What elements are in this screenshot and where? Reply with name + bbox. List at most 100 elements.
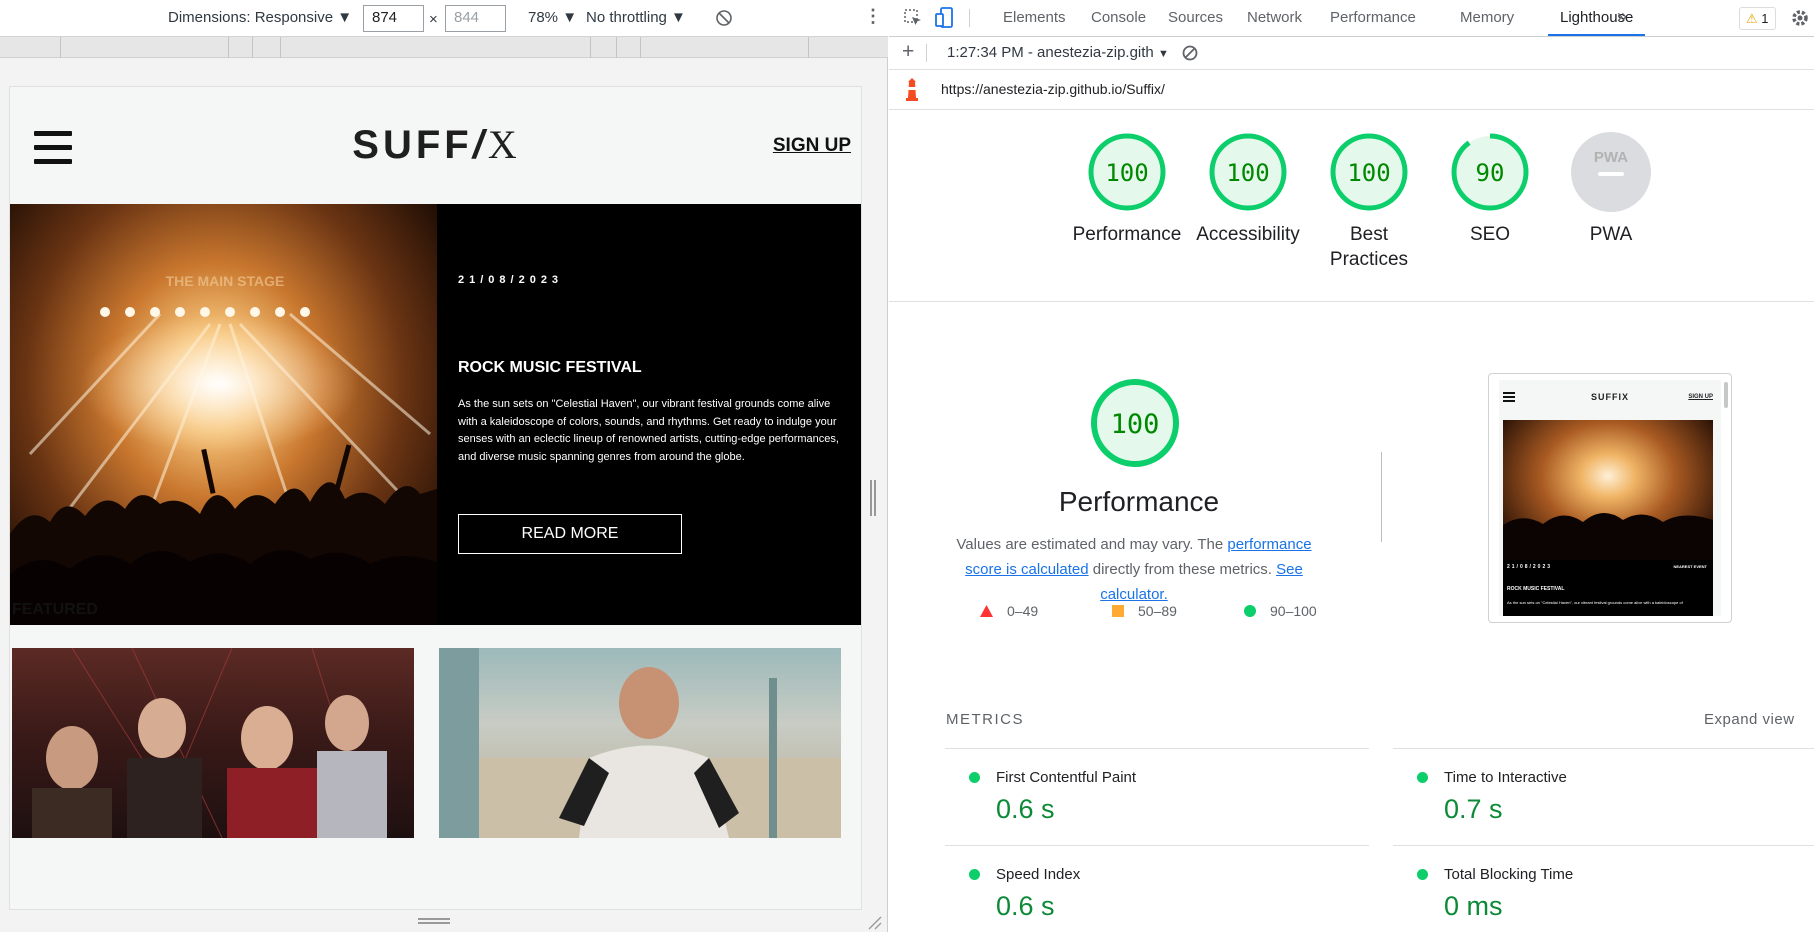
ruler-tick — [228, 37, 229, 58]
featured-card-band-photo[interactable] — [12, 648, 414, 838]
event-title: ROCK MUSIC FESTIVAL — [458, 359, 642, 376]
orange-square-icon — [1112, 605, 1124, 617]
times-sign: × — [429, 11, 438, 28]
devtools-tab-bar: Elements Console Sources Network Performance… — [889, 0, 1814, 37]
ruler-tick — [280, 37, 281, 58]
thumb-date: 21/08/2023 — [1507, 564, 1553, 570]
ruler-tick — [640, 37, 641, 58]
zoom-dropdown[interactable]: 78% ▼ — [528, 9, 577, 26]
pwa-badge-icon: PWA — [1571, 132, 1651, 212]
audited-url[interactable]: https://anestezia-zip.github.io/Suffix/ — [941, 81, 1165, 97]
vertical-separator — [1381, 452, 1382, 542]
metric-speed-index: Speed Index 0.6 s — [945, 845, 1369, 941]
legend-average-range: 50–89 — [1138, 603, 1177, 619]
hero-content: 21/08/2023 ROCK MUSIC FESTIVAL As the su… — [437, 204, 861, 625]
report-selector-label: 1:27:34 PM - anestezia-zip.gith — [947, 44, 1154, 61]
clear-reports-icon[interactable] — [1181, 44, 1199, 66]
legend-pass: 90–100 — [1244, 603, 1317, 619]
site-logo[interactable]: SUFF/X — [10, 121, 861, 168]
thumb-scrollbar[interactable] — [1724, 382, 1728, 408]
height-input[interactable]: 844 — [445, 5, 506, 32]
inspect-element-icon[interactable] — [903, 8, 923, 32]
resize-handle-bottom[interactable] — [418, 918, 450, 926]
toolbar-divider — [969, 9, 970, 27]
rotate-icon[interactable] — [714, 8, 734, 32]
ruler-tick — [616, 37, 617, 58]
width-input[interactable]: 874 — [363, 5, 424, 32]
score-value: 90 — [1476, 159, 1505, 187]
dimensions-dropdown[interactable]: Dimensions: Responsive ▼ — [168, 9, 352, 26]
desc-text: Values are estimated and may vary. The — [956, 536, 1228, 553]
metric-value: 0.6 s — [996, 794, 1055, 824]
pass-dot-icon — [1417, 772, 1428, 783]
score-value: 100 — [1226, 159, 1269, 187]
read-more-button[interactable]: READ MORE — [458, 514, 682, 554]
hero-banner: THE MAIN STAGE 21/08/2023 ROCK MUSIC FES… — [10, 204, 861, 625]
score-label: Accessibility — [1196, 224, 1300, 245]
score-value: 100 — [1347, 159, 1390, 187]
thumb-body: As the sun sets on "Celestial Haven", ou… — [1507, 600, 1683, 605]
featured-card-artist-photo[interactable] — [439, 648, 841, 838]
metrics-heading: METRICS — [946, 711, 1024, 728]
settings-gear-icon[interactable] — [1790, 8, 1810, 32]
logo-slash: / — [472, 123, 488, 167]
tab-console[interactable]: Console — [1079, 0, 1158, 36]
score-gauge-best-practices[interactable]: 100 Best Practices — [1314, 132, 1424, 272]
tab-sources[interactable]: Sources — [1156, 0, 1235, 36]
metric-total-blocking-time: Total Blocking Time 0 ms — [1393, 845, 1814, 941]
more-options-icon[interactable]: ⋮ — [864, 6, 882, 27]
metric-name: Speed Index — [996, 866, 1081, 883]
tab-performance[interactable]: Performance — [1318, 0, 1428, 36]
stage-sign: THE MAIN STAGE — [166, 273, 285, 289]
score-gauge-pwa[interactable]: PWA PWA — [1556, 132, 1666, 247]
metric-value: 0.7 s — [1444, 794, 1503, 824]
legend-fail: 0–49 — [980, 603, 1038, 619]
new-report-plus-icon[interactable]: + — [902, 40, 914, 64]
pass-dot-icon — [969, 869, 980, 880]
zoom-label: 78% — [528, 9, 559, 26]
metric-value: 0 ms — [1444, 891, 1503, 921]
lighthouse-url-bar: https://anestezia-zip.github.io/Suffix/ — [889, 70, 1814, 110]
score-gauge-accessibility[interactable]: 100 Accessibility — [1193, 132, 1303, 247]
performance-description: Values are estimated and may vary. The p… — [949, 532, 1319, 607]
tab-lighthouse[interactable]: Lighthouse — [1548, 0, 1646, 36]
final-screenshot-thumbnail[interactable]: SUFFIX SIGN UP 21/08/2023 NEAREST EVENT … — [1488, 373, 1732, 623]
report-selector[interactable]: 1:27:34 PM - anestezia-zip.gith ▼ — [947, 44, 1169, 61]
featured-heading: FEATURED — [12, 601, 98, 618]
tab-memory[interactable]: Memory — [1448, 0, 1526, 36]
legend-average: 50–89 — [1112, 603, 1177, 619]
score-gauge-performance[interactable]: 100 Performance — [1072, 132, 1182, 247]
legend-fail-range: 0–49 — [1007, 603, 1039, 619]
ruler-tick — [590, 37, 591, 58]
metric-first-contentful-paint: First Contentful Paint 0.6 s — [945, 748, 1369, 844]
red-triangle-icon — [980, 605, 993, 617]
lighthouse-toolbar: + 1:27:34 PM - anestezia-zip.gith ▼ — [889, 37, 1814, 70]
tab-elements[interactable]: Elements — [991, 0, 1078, 36]
ruler-tick — [808, 37, 809, 58]
logo-text: SUFF — [352, 123, 473, 167]
site-header: SUFF/X SIGN UP — [10, 87, 861, 204]
more-tabs-icon[interactable]: » — [1617, 6, 1627, 27]
expand-view-toggle[interactable]: Expand view — [1704, 711, 1795, 728]
performance-score-gauge-large: 100 — [1089, 377, 1181, 474]
device-toolbar: Dimensions: Responsive ▼ 874 × 844 78% ▼… — [0, 0, 888, 37]
metric-name: Time to Interactive — [1444, 769, 1567, 786]
resize-handle-right[interactable] — [870, 480, 878, 516]
device-toggle-icon[interactable] — [935, 7, 955, 33]
score-label: Best Practices — [1329, 224, 1409, 270]
caret-down-icon: ▼ — [337, 9, 353, 26]
score-gauge-seo[interactable]: 90 SEO — [1435, 132, 1545, 247]
throttling-dropdown[interactable]: No throttling ▼ — [586, 9, 686, 26]
logo-x: X — [487, 122, 521, 167]
desc-text: directly from these metrics. — [1088, 561, 1277, 578]
tab-network[interactable]: Network — [1235, 0, 1314, 36]
score-label: PWA — [1589, 224, 1633, 245]
score-label: Performance — [1072, 224, 1182, 245]
warnings-badge[interactable]: ⚠ 1 — [1739, 7, 1776, 30]
metric-value: 0.6 s — [996, 891, 1055, 921]
metric-name: Total Blocking Time — [1444, 866, 1574, 883]
performance-heading: Performance — [1058, 486, 1220, 517]
ruler-tick — [252, 37, 253, 58]
signup-link[interactable]: SIGN UP — [773, 135, 851, 157]
toolbar-divider — [926, 44, 927, 62]
